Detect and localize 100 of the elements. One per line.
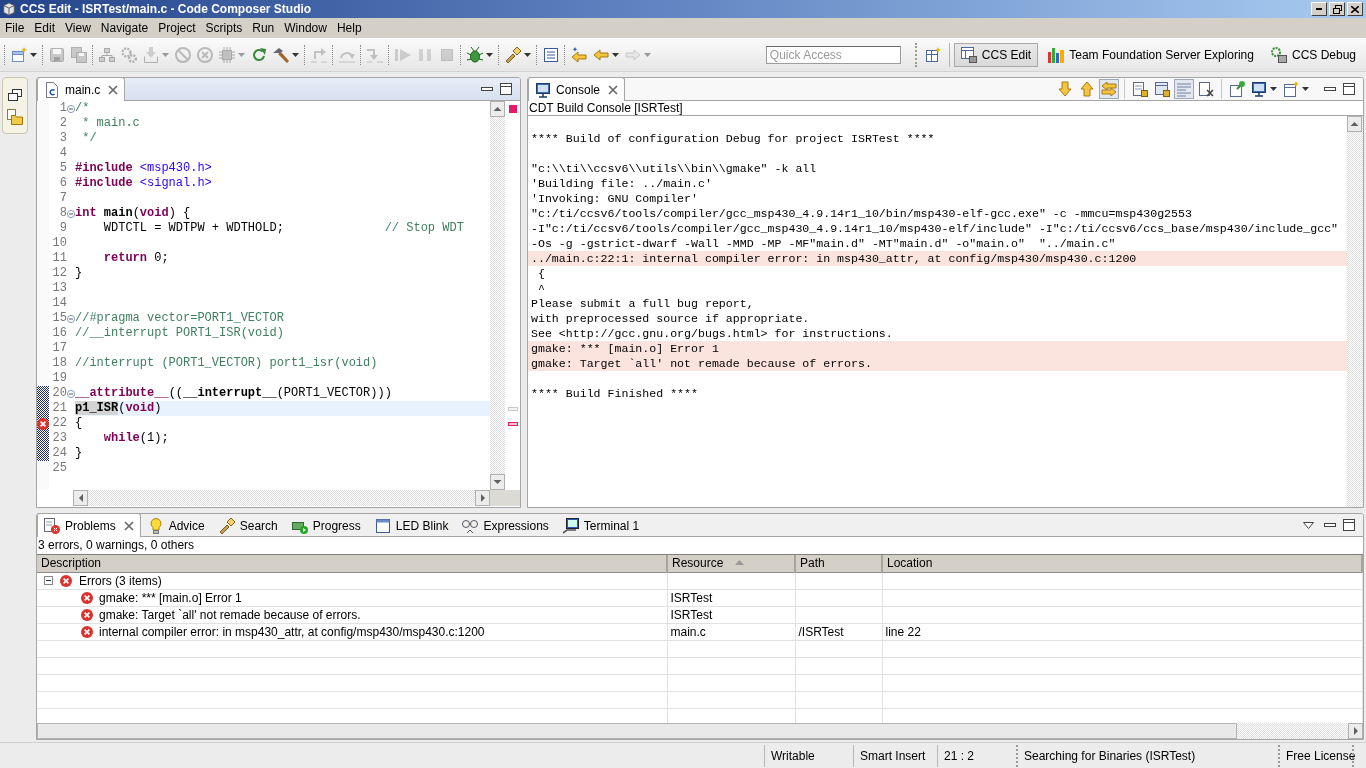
table-star-icon[interactable]	[924, 46, 941, 63]
line-number: 6	[58, 176, 67, 191]
view-tab[interactable]: Advice	[140, 514, 212, 537]
column-header[interactable]: Description	[37, 555, 667, 572]
error-icon	[81, 591, 93, 604]
scroll-up-icon[interactable]	[490, 101, 505, 117]
menu-item[interactable]: File	[0, 19, 30, 37]
flashlight-icon[interactable]	[505, 46, 521, 63]
up-arrow-icon[interactable]	[1077, 79, 1097, 99]
view-tab[interactable]: Progress	[284, 514, 368, 537]
editor-tab[interactable]: main.c	[37, 78, 126, 101]
window-icon[interactable]	[543, 46, 559, 63]
menu-item[interactable]: Window	[279, 19, 332, 37]
error-mark-icon[interactable]	[507, 421, 518, 426]
view-menu-icon[interactable]	[1303, 521, 1314, 529]
console-line: Please submit a full bug report,	[530, 296, 755, 311]
circular-arrow-icon[interactable]	[251, 46, 267, 63]
view-tab[interactable]: LED Blink	[367, 514, 456, 537]
horizontal-scrollbar[interactable]	[73, 490, 490, 506]
caret-icon[interactable]	[30, 52, 37, 57]
line-number: 1	[58, 101, 67, 116]
line-number: 13	[51, 281, 67, 296]
tree-group-label[interactable]: Errors (3 items)	[79, 573, 162, 588]
colored-bars-icon	[1048, 46, 1065, 63]
quick-access-field[interactable]: Quick Access	[765, 45, 901, 64]
problem-description[interactable]: gmake: *** [main.o] Error 1	[99, 590, 242, 605]
scroll-right-icon[interactable]	[475, 490, 490, 506]
maximize-icon[interactable]	[1343, 519, 1355, 531]
menu-item[interactable]: Run	[247, 19, 280, 37]
console-line: **** Build of configuration Debug for project ISRTest ****	[530, 131, 936, 146]
close-icon[interactable]	[608, 84, 619, 95]
minimize-icon[interactable]	[1324, 87, 1336, 91]
code-line: }	[75, 266, 84, 281]
new-window-icon[interactable]	[1281, 79, 1301, 99]
menu-item[interactable]: Edit	[29, 19, 61, 37]
view-tab[interactable]: Search	[211, 514, 285, 537]
line-number: 9	[58, 221, 67, 236]
caret-icon[interactable]	[292, 52, 299, 57]
pin-icon[interactable]	[1227, 79, 1247, 99]
column-header[interactable]: Path	[795, 555, 882, 572]
caret-icon[interactable]	[486, 52, 493, 57]
view-tab[interactable]: Problems	[37, 514, 141, 537]
table-cell: main.c	[667, 623, 795, 640]
scroll-down-icon[interactable]	[490, 474, 505, 490]
close-icon[interactable]	[108, 84, 119, 95]
hammer-icon[interactable]	[273, 46, 289, 63]
problem-description[interactable]: gmake: Target `all' not remade because of errors.	[99, 607, 361, 622]
console-line: ^	[536, 281, 546, 296]
close-icon[interactable]	[123, 520, 134, 531]
perspective-button[interactable]: CCS Edit	[953, 42, 1039, 67]
scroll-left-icon[interactable]	[73, 490, 88, 506]
scroll-up-icon[interactable]	[1347, 116, 1362, 132]
view-tab[interactable]: Expressions	[455, 514, 556, 537]
perspective-button[interactable]: Team Foundation Server Exploring	[1041, 42, 1261, 67]
menu-item[interactable]: Help	[331, 19, 367, 37]
caret-icon[interactable]	[1270, 87, 1277, 91]
column-header[interactable]: Resource	[667, 555, 795, 572]
close-icon[interactable]	[1351, 5, 1359, 13]
collapse-icon[interactable]	[44, 576, 53, 585]
caret-icon[interactable]	[612, 52, 619, 57]
minimize-icon[interactable]	[1324, 523, 1336, 527]
line-number: 4	[58, 146, 67, 161]
vertical-scrollbar[interactable]	[1347, 116, 1363, 507]
console-tab[interactable]: Console	[528, 78, 626, 101]
close-button[interactable]	[1347, 2, 1363, 16]
locked-document-icon[interactable]	[1130, 79, 1150, 99]
perspective-button[interactable]: CCS Debug	[1263, 42, 1363, 67]
error-summary-icon[interactable]	[508, 104, 517, 113]
menu-item[interactable]: Navigate	[95, 19, 154, 37]
menu-item[interactable]: View	[60, 19, 96, 37]
view-tab[interactable]: Terminal 1	[555, 514, 647, 537]
restore-icon[interactable]	[8, 89, 22, 101]
code-line: */	[81, 131, 98, 146]
minimize-button[interactable]	[1311, 2, 1327, 16]
star-arrow-icon[interactable]	[571, 46, 587, 63]
monitor-icon[interactable]	[1249, 79, 1269, 99]
code-line: //interrupt (PORT1_VECTOR) port1_isr(void)	[75, 356, 379, 371]
caret-icon[interactable]	[1302, 87, 1309, 91]
bug-icon[interactable]	[467, 46, 483, 63]
line-number: 16	[51, 326, 67, 341]
down-arrow-icon[interactable]	[1055, 79, 1075, 99]
folders-icon[interactable]	[7, 109, 23, 125]
locked-window-icon[interactable]	[1152, 79, 1172, 99]
maximize-icon[interactable]	[1343, 83, 1355, 95]
problem-description[interactable]: internal compiler error: in msp430_attr, at config/msp430/msp430.c:1200	[99, 624, 485, 639]
table-cell: line 22	[882, 623, 1362, 640]
minimize-icon[interactable]	[481, 87, 493, 91]
clear-document-icon[interactable]	[1196, 79, 1216, 99]
column-header[interactable]: Location	[882, 555, 1362, 572]
code-line: //#pragma vector=PORT1_VECTOR	[75, 311, 285, 326]
scroll-right-icon[interactable]	[1348, 723, 1363, 739]
maximize-icon[interactable]	[500, 83, 512, 95]
menu-item[interactable]: Scripts	[200, 19, 248, 37]
caret-icon[interactable]	[524, 52, 531, 57]
line-number: 22	[51, 416, 67, 431]
vertical-scrollbar[interactable]	[490, 101, 505, 490]
menu-item[interactable]: Project	[153, 19, 201, 37]
lightbulb-icon	[147, 518, 164, 534]
horizontal-scrollbar[interactable]	[37, 723, 1363, 739]
computer-icon	[562, 518, 579, 534]
